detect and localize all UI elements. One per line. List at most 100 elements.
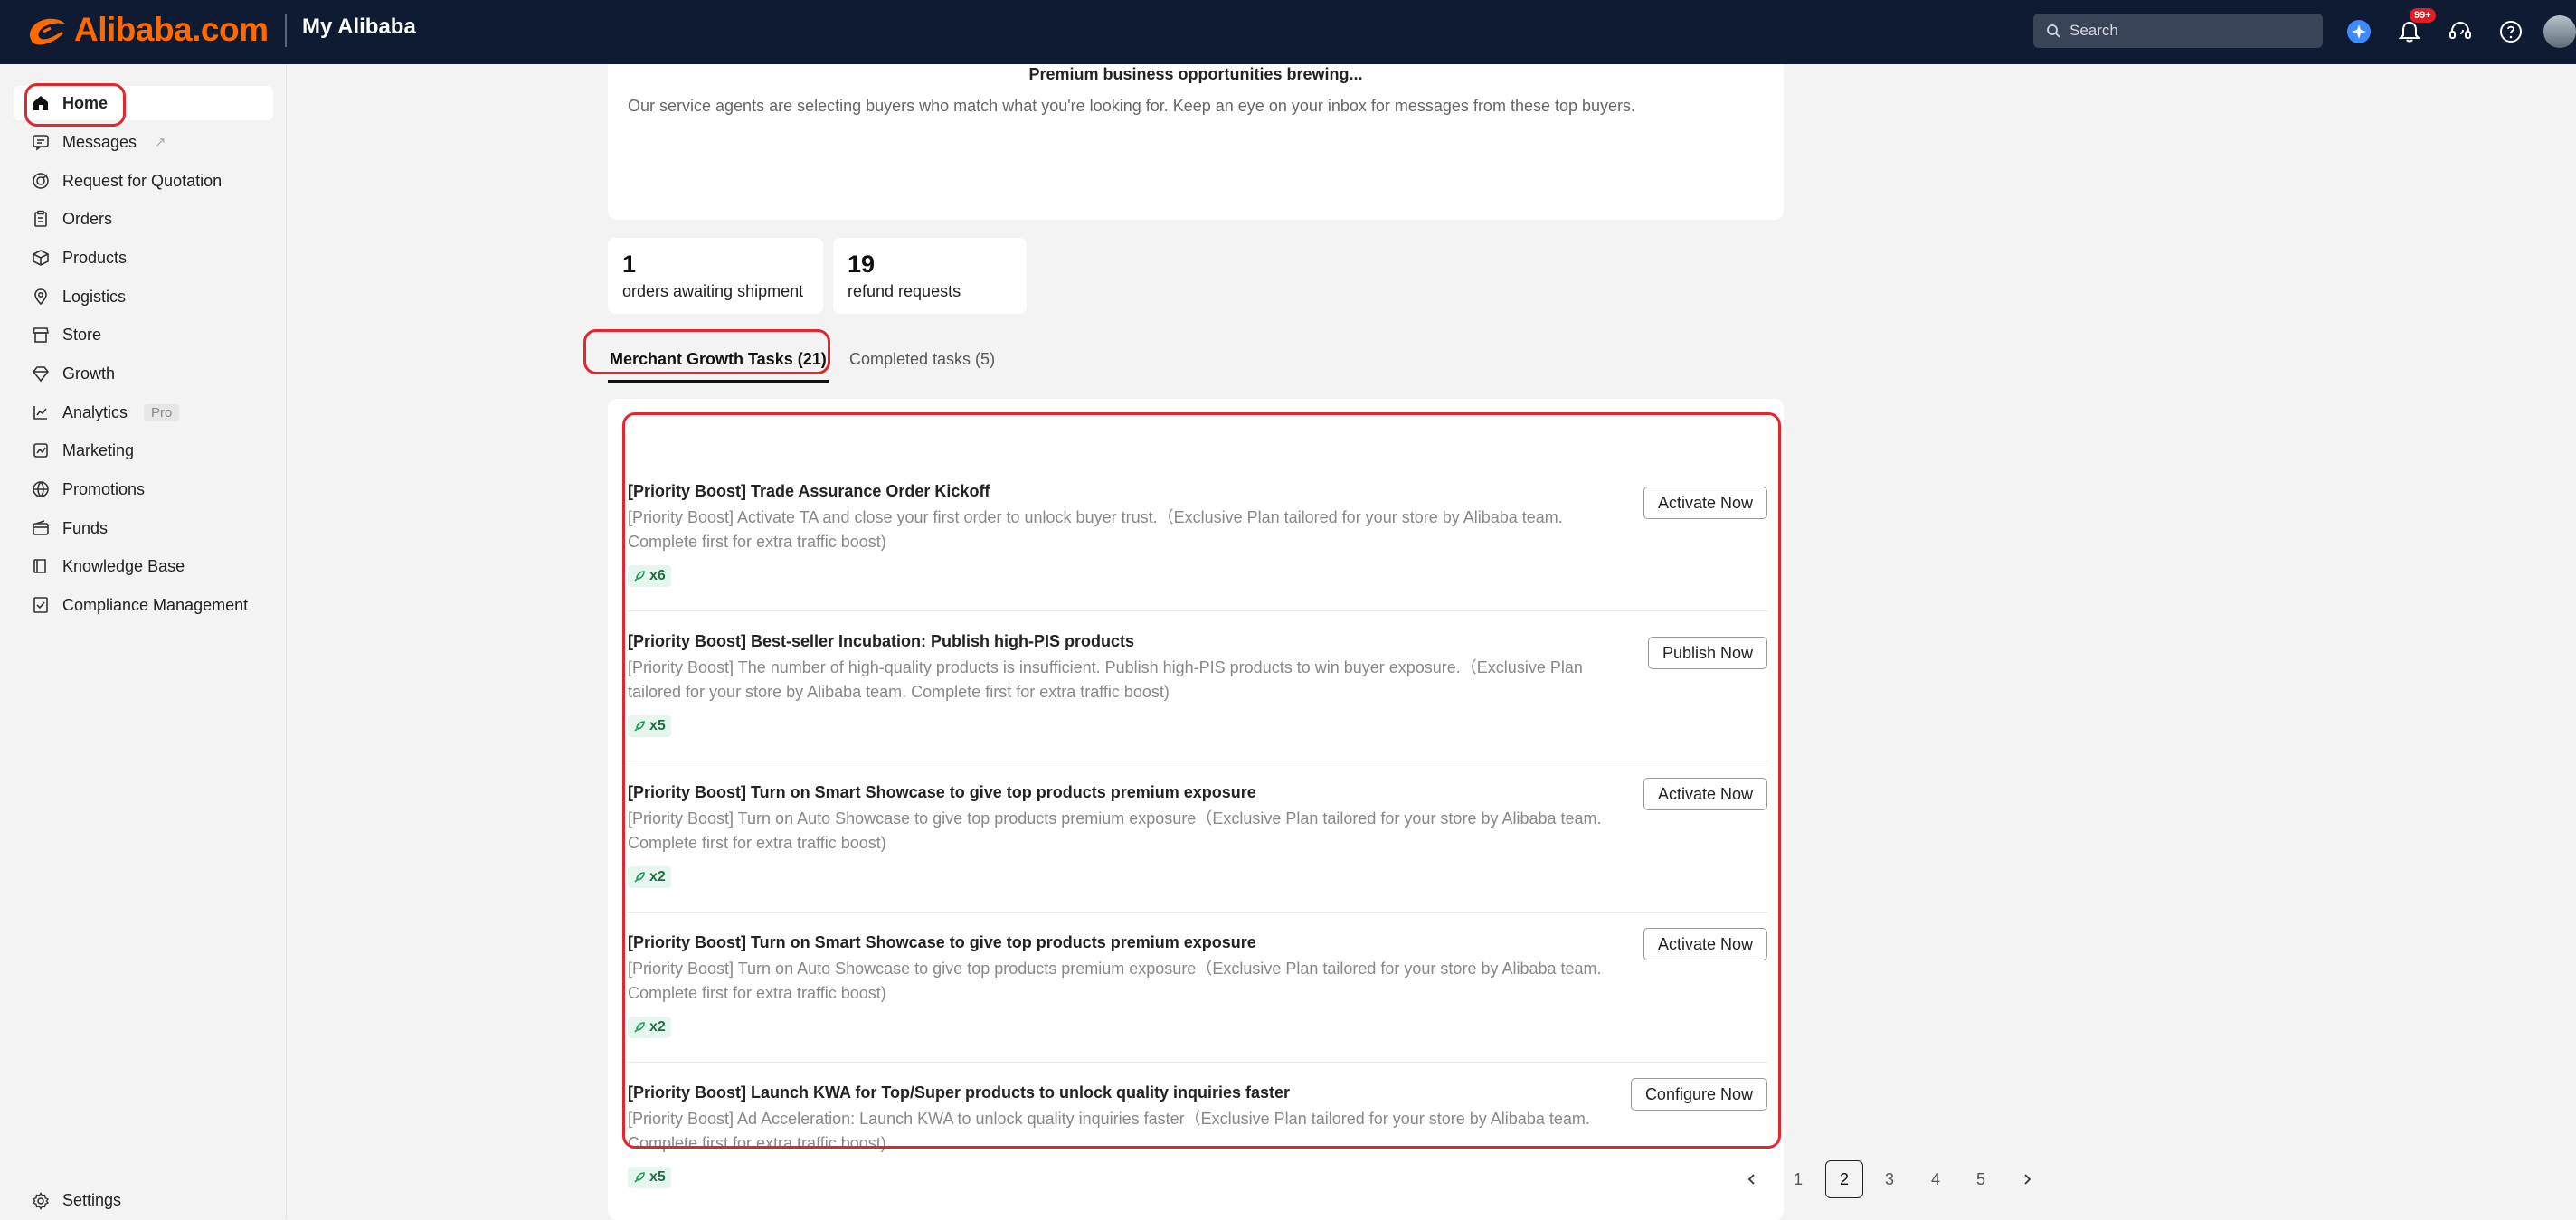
logistics-icon [34, 288, 47, 306]
sidebar-item-label: Growth [62, 364, 116, 383]
task-description: [Priority Boost] Ad Acceleration: Launch… [628, 1110, 1590, 1152]
prev-page-button[interactable] [1733, 1160, 1771, 1198]
sidebar-item-marketing[interactable]: Marketing [14, 433, 273, 468]
task-description: [Priority Boost] Turn on Auto Showcase t… [628, 809, 1602, 852]
rocket-icon [634, 721, 645, 732]
top-navigation-bar: Alibaba.com My Alibaba 99+ [0, 0, 2576, 64]
page-button-1[interactable]: 1 [1779, 1160, 1817, 1198]
task-title: [Priority Boost] Turn on Smart Showcase … [628, 933, 1256, 951]
stat-value: 19 [848, 251, 876, 278]
stat-refund-requests[interactable]: 19 refund requests [833, 238, 1027, 314]
funds-icon [33, 520, 49, 535]
chevron-right-icon [2024, 1174, 2031, 1185]
sidebar-item-settings[interactable]: Settings [14, 1191, 121, 1210]
task-description: [Priority Boost] Turn on Auto Showcase t… [628, 960, 1602, 1002]
stat-orders-awaiting-shipment[interactable]: 1 orders awaiting shipment [608, 238, 823, 314]
box-icon [33, 250, 49, 266]
traffic-multiplier-badge: x2 [628, 1017, 671, 1038]
configure-now-button[interactable]: Configure Now [1630, 1078, 1767, 1111]
page-button-2[interactable]: 2 [1825, 1160, 1863, 1198]
activate-now-button[interactable]: Activate Now [1643, 778, 1767, 810]
growth-icon [32, 366, 50, 383]
activate-now-button[interactable]: Activate Now [1643, 487, 1767, 519]
publish-now-button[interactable]: Publish Now [1647, 637, 1767, 669]
main-content: Premium business opportunities brewing..… [287, 64, 2576, 1220]
sidebar-item-analytics[interactable]: Analytics Pro [14, 395, 273, 430]
traffic-multiplier-badge: x2 [628, 866, 671, 888]
task-item: [Priority Boost] Best-seller Incubation:… [628, 632, 1767, 737]
sidebar-item-label: Promotions [62, 479, 146, 498]
sidebar-item-home[interactable]: Home [14, 86, 273, 120]
page-button-3[interactable]: 3 [1870, 1160, 1908, 1198]
task-item: [Priority Boost] Trade Assurance Order K… [628, 482, 1767, 587]
sidebar-item-label: Logistics [62, 287, 127, 306]
sidebar-item-label: Products [62, 248, 128, 267]
book-icon [33, 559, 46, 573]
help-icon[interactable] [2493, 14, 2529, 50]
traffic-multiplier-badge: x6 [628, 565, 671, 587]
traffic-multiplier-badge: x5 [628, 1167, 671, 1188]
sidebar-item-messages[interactable]: Messages ↗ [14, 125, 273, 159]
task-item: [Priority Boost] Launch KWA for Top/Supe… [628, 1078, 1767, 1188]
orders-icon [34, 210, 47, 227]
banner-headline: Premium business opportunities brewing..… [1028, 65, 1363, 83]
page-button-4[interactable]: 4 [1917, 1160, 1955, 1198]
sidebar-item-growth[interactable]: Growth [14, 356, 273, 391]
notification-bell-icon[interactable]: 99+ [2391, 8, 2436, 50]
search-box[interactable] [2033, 14, 2323, 48]
home-icon [33, 96, 48, 110]
analytics-icon [33, 406, 47, 420]
message-icon [33, 135, 49, 151]
sidebar-item-label: Marketing [62, 440, 135, 459]
task-description: [Priority Boost] The number of high-qual… [628, 658, 1583, 701]
task-title: [Priority Boost] Launch KWA for Top/Supe… [628, 1083, 1291, 1102]
next-page-button[interactable] [2008, 1160, 2046, 1198]
task-item: [Priority Boost] Turn on Smart Showcase … [628, 778, 1767, 888]
banner-description: Our service agents are selecting buyers … [628, 97, 1636, 115]
task-title: [Priority Boost] Turn on Smart Showcase … [628, 783, 1256, 801]
sidebar-item-orders[interactable]: Orders [14, 202, 273, 236]
gear-icon [32, 1191, 50, 1210]
marketing-icon [33, 443, 48, 458]
sidebar-item-store[interactable]: Store [14, 317, 273, 352]
task-list: [Priority Boost] Trade Assurance Order K… [608, 399, 1784, 1220]
stat-label: orders awaiting shipment [622, 282, 804, 300]
sidebar-item-promotions[interactable]: Promotions [14, 472, 273, 506]
task-divider [628, 1062, 1767, 1063]
customer-service-icon[interactable] [2442, 14, 2478, 50]
traffic-multiplier-badge: x5 [628, 715, 671, 737]
chevron-left-icon [1747, 1174, 1755, 1185]
stat-value: 1 [622, 251, 637, 278]
rocket-icon [634, 571, 645, 582]
rocket-icon [634, 872, 645, 883]
sidebar-item-compliance-management[interactable]: Compliance Management [14, 588, 273, 622]
page-button-5[interactable]: 5 [1962, 1160, 2000, 1198]
sidebar-item-knowledge-base[interactable]: Knowledge Base [14, 549, 273, 583]
task-item: [Priority Boost] Turn on Smart Showcase … [628, 928, 1767, 1038]
quotation-icon [33, 173, 49, 189]
settings-label: Settings [62, 1191, 122, 1209]
sidebar-item-products[interactable]: Products [14, 241, 273, 275]
pro-badge: Pro [144, 403, 180, 421]
search-input[interactable] [2069, 22, 2305, 40]
tab-completed-tasks[interactable]: Completed tasks (5) [849, 337, 995, 383]
alibaba-logo[interactable]: Alibaba.com [25, 11, 269, 49]
sidebar-item-funds[interactable]: Funds [14, 511, 273, 545]
app-title[interactable]: My Alibaba [302, 14, 416, 40]
compliance-icon [33, 597, 48, 613]
sidebar-item-request-for-quotation[interactable]: Request for Quotation [14, 164, 273, 198]
activate-now-button[interactable]: Activate Now [1643, 928, 1767, 960]
header-divider [285, 14, 287, 47]
multiplier-value: x5 [649, 718, 666, 733]
user-avatar[interactable] [2543, 15, 2576, 48]
sidebar-item-label: Messages [62, 132, 137, 151]
ai-assistant-icon[interactable] [2341, 14, 2377, 50]
brand-name: Alibaba.com [74, 11, 269, 48]
sidebar-item-label: Request for Quotation [62, 171, 223, 190]
tab-merchant-growth-tasks[interactable]: Merchant Growth Tasks (21) [608, 337, 829, 383]
external-link-icon: ↗ [155, 135, 166, 150]
sidebar-item-logistics[interactable]: Logistics [14, 279, 273, 314]
task-title: [Priority Boost] Trade Assurance Order K… [628, 482, 990, 500]
multiplier-value: x5 [649, 1169, 666, 1185]
promotions-icon [33, 481, 49, 497]
